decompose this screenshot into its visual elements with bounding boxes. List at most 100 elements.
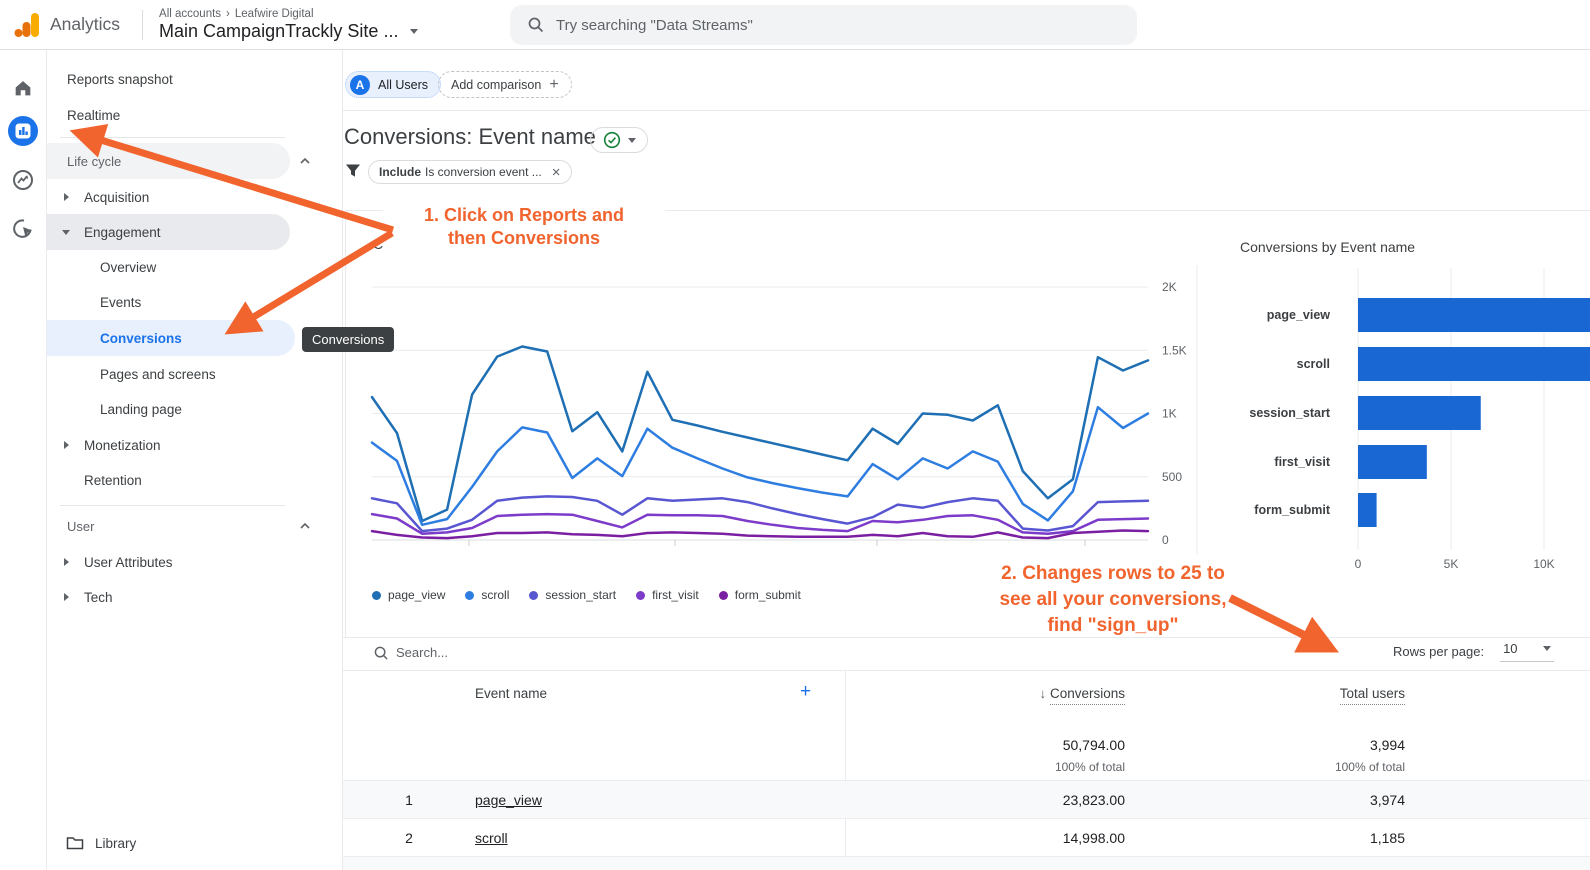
sidebar-divider bbox=[60, 505, 285, 506]
sidebar-item-events[interactable]: Events bbox=[47, 284, 343, 320]
expand-right-icon bbox=[64, 441, 69, 449]
legend-dot-icon bbox=[465, 590, 475, 600]
totals-users: 3,994 bbox=[1369, 737, 1405, 753]
y-axis-tick-label: 0 bbox=[1162, 533, 1169, 547]
sidebar-label: Tech bbox=[84, 589, 113, 605]
sidebar-label: Engagement bbox=[84, 224, 161, 240]
global-search-placeholder: Try searching "Data Streams" bbox=[556, 16, 753, 34]
table-top-divider bbox=[343, 670, 1590, 671]
product-name: Analytics bbox=[50, 14, 121, 34]
chevron-up-icon bbox=[300, 157, 310, 164]
y-axis-tick-label: 1K bbox=[1162, 407, 1177, 421]
legend-label: session_start bbox=[545, 588, 617, 602]
bar-session_start bbox=[1358, 396, 1481, 430]
bar-category-label: form_submit bbox=[1254, 503, 1331, 517]
chevron-up-icon bbox=[300, 522, 310, 529]
sidebar-item-engagement[interactable]: Engagement bbox=[47, 214, 290, 250]
header-divider bbox=[343, 110, 1590, 111]
legend-item-session_start[interactable]: session_start bbox=[529, 588, 616, 602]
annotation-line: find "sign_up" bbox=[1047, 615, 1179, 636]
property-name[interactable]: Main CampaignTrackly Site ... bbox=[159, 21, 398, 42]
expand-down-icon bbox=[62, 229, 70, 235]
event-link[interactable]: page_view bbox=[475, 781, 542, 819]
account-property-switcher[interactable]: All accounts › Leafwire Digital Main Cam… bbox=[159, 8, 419, 42]
sidebar-item-realtime[interactable]: Realtime bbox=[47, 97, 343, 133]
sidebar-section-life-cycle[interactable]: Life cycle bbox=[47, 143, 310, 179]
property-caret-icon[interactable] bbox=[410, 28, 419, 34]
legend-label: first_visit bbox=[652, 588, 699, 602]
legend-item-form_submit[interactable]: form_submit bbox=[718, 588, 801, 602]
bar-first_visit bbox=[1358, 445, 1427, 479]
y-axis-tick-label: 2K bbox=[1162, 280, 1177, 294]
segment-avatar: A bbox=[350, 74, 370, 95]
bar-scroll bbox=[1358, 347, 1590, 381]
sidebar-item-retention[interactable]: Retention bbox=[47, 462, 343, 498]
sidebar-label: Landing page bbox=[100, 401, 182, 417]
expand-right-icon bbox=[64, 593, 69, 601]
sidebar-label: Acquisition bbox=[84, 189, 150, 205]
sidebar-item-reports-snapshot[interactable]: Reports snapshot bbox=[47, 61, 343, 97]
report-nav-sidebar: Reports snapshot Realtime Life cycle Acq… bbox=[47, 50, 343, 870]
column-header-event-name[interactable]: Event name bbox=[475, 686, 547, 701]
column-header-label: Total users bbox=[1339, 686, 1405, 705]
close-icon[interactable]: × bbox=[552, 164, 561, 181]
caret-down-icon bbox=[1543, 646, 1552, 651]
legend-dot-icon bbox=[718, 590, 728, 600]
table-row: 1 page_view 23,823.00 3,974 bbox=[343, 780, 1590, 818]
bar-category-label: scroll bbox=[1297, 357, 1330, 371]
table-search-icon[interactable] bbox=[374, 646, 389, 661]
sidebar-item-monetization[interactable]: Monetization bbox=[47, 427, 343, 463]
column-header-conversions[interactable]: ↓ Conversions bbox=[975, 686, 1125, 705]
legend-item-first_visit[interactable]: first_visit bbox=[636, 588, 699, 602]
filter-icon[interactable] bbox=[345, 163, 361, 179]
google-analytics-logo-icon[interactable] bbox=[14, 12, 40, 38]
sidebar-item-pages-and-screens[interactable]: Pages and screens bbox=[47, 356, 343, 392]
legend-dot-icon bbox=[636, 590, 646, 600]
bar-category-label: session_start bbox=[1249, 406, 1330, 420]
sidebar-label: Library bbox=[95, 835, 137, 851]
sidebar-item-overview[interactable]: Overview bbox=[47, 249, 343, 285]
annotation-step1: 1. Click on Reports and then Conversions bbox=[383, 197, 665, 258]
sidebar-section-user[interactable]: User bbox=[47, 508, 310, 544]
sidebar-item-tech[interactable]: Tech bbox=[47, 579, 343, 615]
add-comparison-button[interactable]: Add comparison + bbox=[438, 71, 572, 98]
rows-per-page-select[interactable]: 10 bbox=[1500, 641, 1555, 662]
legend-item-page_view[interactable]: page_view bbox=[372, 588, 445, 602]
bar-page_view bbox=[1358, 298, 1590, 332]
all-users-segment-chip[interactable]: A All Users bbox=[345, 71, 442, 98]
line-series-first_visit bbox=[370, 512, 1150, 535]
reports-icon[interactable] bbox=[8, 116, 38, 146]
totals-users-pct: 100% of total bbox=[1334, 760, 1405, 774]
row-total-users: 1,185 bbox=[1369, 830, 1405, 846]
bar-category-label: page_view bbox=[1267, 308, 1331, 322]
legend-dot-icon bbox=[529, 590, 539, 600]
filter-chip[interactable]: Include Is conversion event ... × bbox=[368, 160, 572, 184]
sidebar-label: Reports snapshot bbox=[67, 71, 173, 87]
y-axis-tick-label: 1.5K bbox=[1162, 343, 1187, 357]
bar-chart-title: Conversions by Event name bbox=[1240, 239, 1415, 255]
sidebar-item-conversions[interactable]: Conversions bbox=[47, 320, 295, 356]
sidebar-item-acquisition[interactable]: Acquisition bbox=[47, 179, 343, 215]
sidebar-label: Monetization bbox=[84, 437, 161, 453]
rows-per-page-value: 10 bbox=[1503, 641, 1518, 656]
sidebar-item-landing-page[interactable]: Landing page bbox=[47, 391, 343, 427]
breadcrumb-org[interactable]: Leafwire Digital bbox=[235, 8, 314, 20]
table-search-input[interactable]: Search... bbox=[396, 645, 448, 660]
conversion-check-icon bbox=[603, 131, 620, 149]
column-header-total-users[interactable]: Total users bbox=[1255, 686, 1405, 705]
add-column-button[interactable]: + bbox=[800, 681, 811, 703]
report-status-dropdown[interactable] bbox=[590, 127, 648, 153]
sidebar-item-library[interactable]: Library bbox=[47, 825, 343, 861]
advertising-icon[interactable] bbox=[8, 213, 38, 243]
breadcrumb-all-accounts[interactable]: All accounts bbox=[159, 8, 221, 20]
global-search-input[interactable]: Try searching "Data Streams" bbox=[510, 5, 1137, 45]
plus-icon: + bbox=[549, 75, 559, 93]
legend-item-scroll[interactable]: scroll bbox=[465, 588, 509, 602]
search-icon bbox=[528, 17, 544, 33]
event-link[interactable]: scroll bbox=[475, 819, 508, 857]
home-icon[interactable] bbox=[8, 73, 38, 103]
sidebar-item-user-attributes[interactable]: User Attributes bbox=[47, 544, 343, 580]
annotation-line: 1. Click on Reports and bbox=[423, 205, 625, 225]
table-row: 2 scroll 14,998.00 1,185 bbox=[343, 818, 1590, 856]
explore-icon[interactable] bbox=[8, 165, 38, 195]
